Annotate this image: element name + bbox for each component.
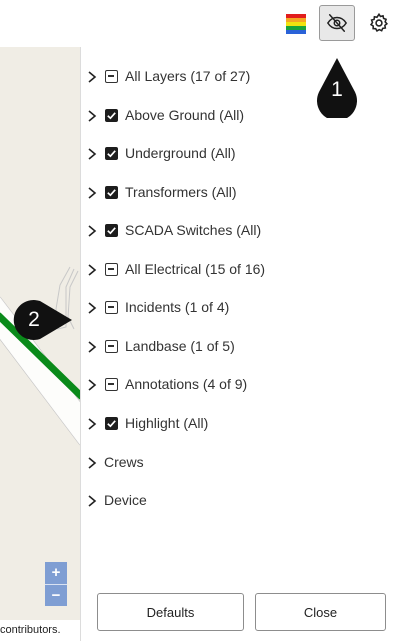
chevron-right-icon[interactable] — [87, 340, 97, 354]
chevron-right-icon[interactable] — [87, 70, 97, 84]
layer-label: Annotations (4 of 9) — [125, 376, 248, 392]
layer-row[interactable]: Annotations (4 of 9) — [81, 373, 401, 397]
eye-off-icon — [326, 14, 348, 32]
layer-row[interactable]: Highlight (All) — [81, 412, 401, 436]
map-view[interactable]: + − — [0, 47, 80, 641]
checkmark-icon — [107, 189, 116, 197]
layer-label: Landbase (1 of 5) — [125, 338, 235, 354]
layer-row[interactable]: Crews — [81, 451, 401, 475]
layer-label: All Layers (17 of 27) — [125, 68, 251, 84]
layer-row[interactable]: Landbase (1 of 5) — [81, 335, 401, 359]
close-button[interactable]: Close — [255, 593, 386, 631]
callout-number: 2 — [28, 308, 40, 331]
layer-color-legend-icon[interactable] — [286, 14, 306, 34]
chevron-right-icon[interactable] — [87, 263, 97, 277]
layer-row[interactable]: All Electrical (15 of 16) — [81, 258, 401, 282]
layer-label: All Electrical (15 of 16) — [125, 261, 266, 277]
callout-marker-2: 2 — [10, 298, 74, 342]
toggle-visibility-button[interactable] — [319, 5, 355, 41]
chevron-right-icon[interactable] — [87, 301, 97, 315]
layer-checkbox-partial[interactable] — [105, 70, 118, 83]
checkmark-icon — [107, 227, 116, 235]
layer-checkbox-checked[interactable] — [105, 109, 118, 122]
layer-label: Highlight (All) — [125, 415, 209, 431]
layer-row[interactable]: Device — [81, 489, 401, 513]
layer-row[interactable]: Incidents (1 of 4) — [81, 296, 401, 320]
layers-panel: All Layers (17 of 27) Above Ground (All) U… — [80, 47, 401, 641]
layer-checkbox-checked[interactable] — [105, 186, 118, 199]
layer-label: Device — [104, 492, 147, 508]
layer-row[interactable]: Underground (All) — [81, 142, 401, 166]
layer-checkbox-checked[interactable] — [105, 147, 118, 160]
chevron-right-icon[interactable] — [87, 147, 97, 161]
checkmark-icon — [107, 150, 116, 158]
callout-marker-1: 1 — [316, 56, 358, 121]
attribution-text: contributors. — [0, 624, 61, 636]
layer-checkbox-checked[interactable] — [105, 224, 118, 237]
defaults-button[interactable]: Defaults — [97, 593, 244, 631]
layer-label: Transformers (All) — [125, 184, 237, 200]
map-attribution: contributors. — [0, 620, 80, 641]
chevron-right-icon[interactable] — [87, 378, 97, 392]
checkmark-icon — [107, 420, 116, 428]
layer-checkbox-partial[interactable] — [105, 378, 118, 391]
layer-checkbox-partial[interactable] — [105, 301, 118, 314]
chevron-right-icon[interactable] — [87, 109, 97, 123]
zoom-in-button[interactable]: + — [45, 562, 67, 584]
layer-label: Above Ground (All) — [125, 107, 245, 123]
checkmark-icon — [107, 112, 116, 120]
chevron-right-icon[interactable] — [87, 224, 97, 238]
chevron-right-icon[interactable] — [87, 417, 97, 431]
layer-label: Crews — [104, 454, 144, 470]
chevron-right-icon[interactable] — [87, 456, 97, 470]
layer-row[interactable]: SCADA Switches (All) — [81, 219, 401, 243]
chevron-right-icon[interactable] — [87, 494, 97, 508]
layer-label: Underground (All) — [125, 145, 236, 161]
zoom-control: + − — [45, 562, 67, 606]
callout-number: 1 — [331, 78, 343, 101]
gear-icon[interactable] — [368, 12, 390, 34]
layer-row[interactable]: Transformers (All) — [81, 181, 401, 205]
top-toolbar — [0, 0, 401, 47]
zoom-out-button[interactable]: − — [45, 585, 67, 607]
layer-label: Incidents (1 of 4) — [125, 299, 230, 315]
layer-checkbox-partial[interactable] — [105, 263, 118, 276]
layer-checkbox-checked[interactable] — [105, 417, 118, 430]
layer-checkbox-partial[interactable] — [105, 340, 118, 353]
chevron-right-icon[interactable] — [87, 186, 97, 200]
layer-label: SCADA Switches (All) — [125, 222, 262, 238]
